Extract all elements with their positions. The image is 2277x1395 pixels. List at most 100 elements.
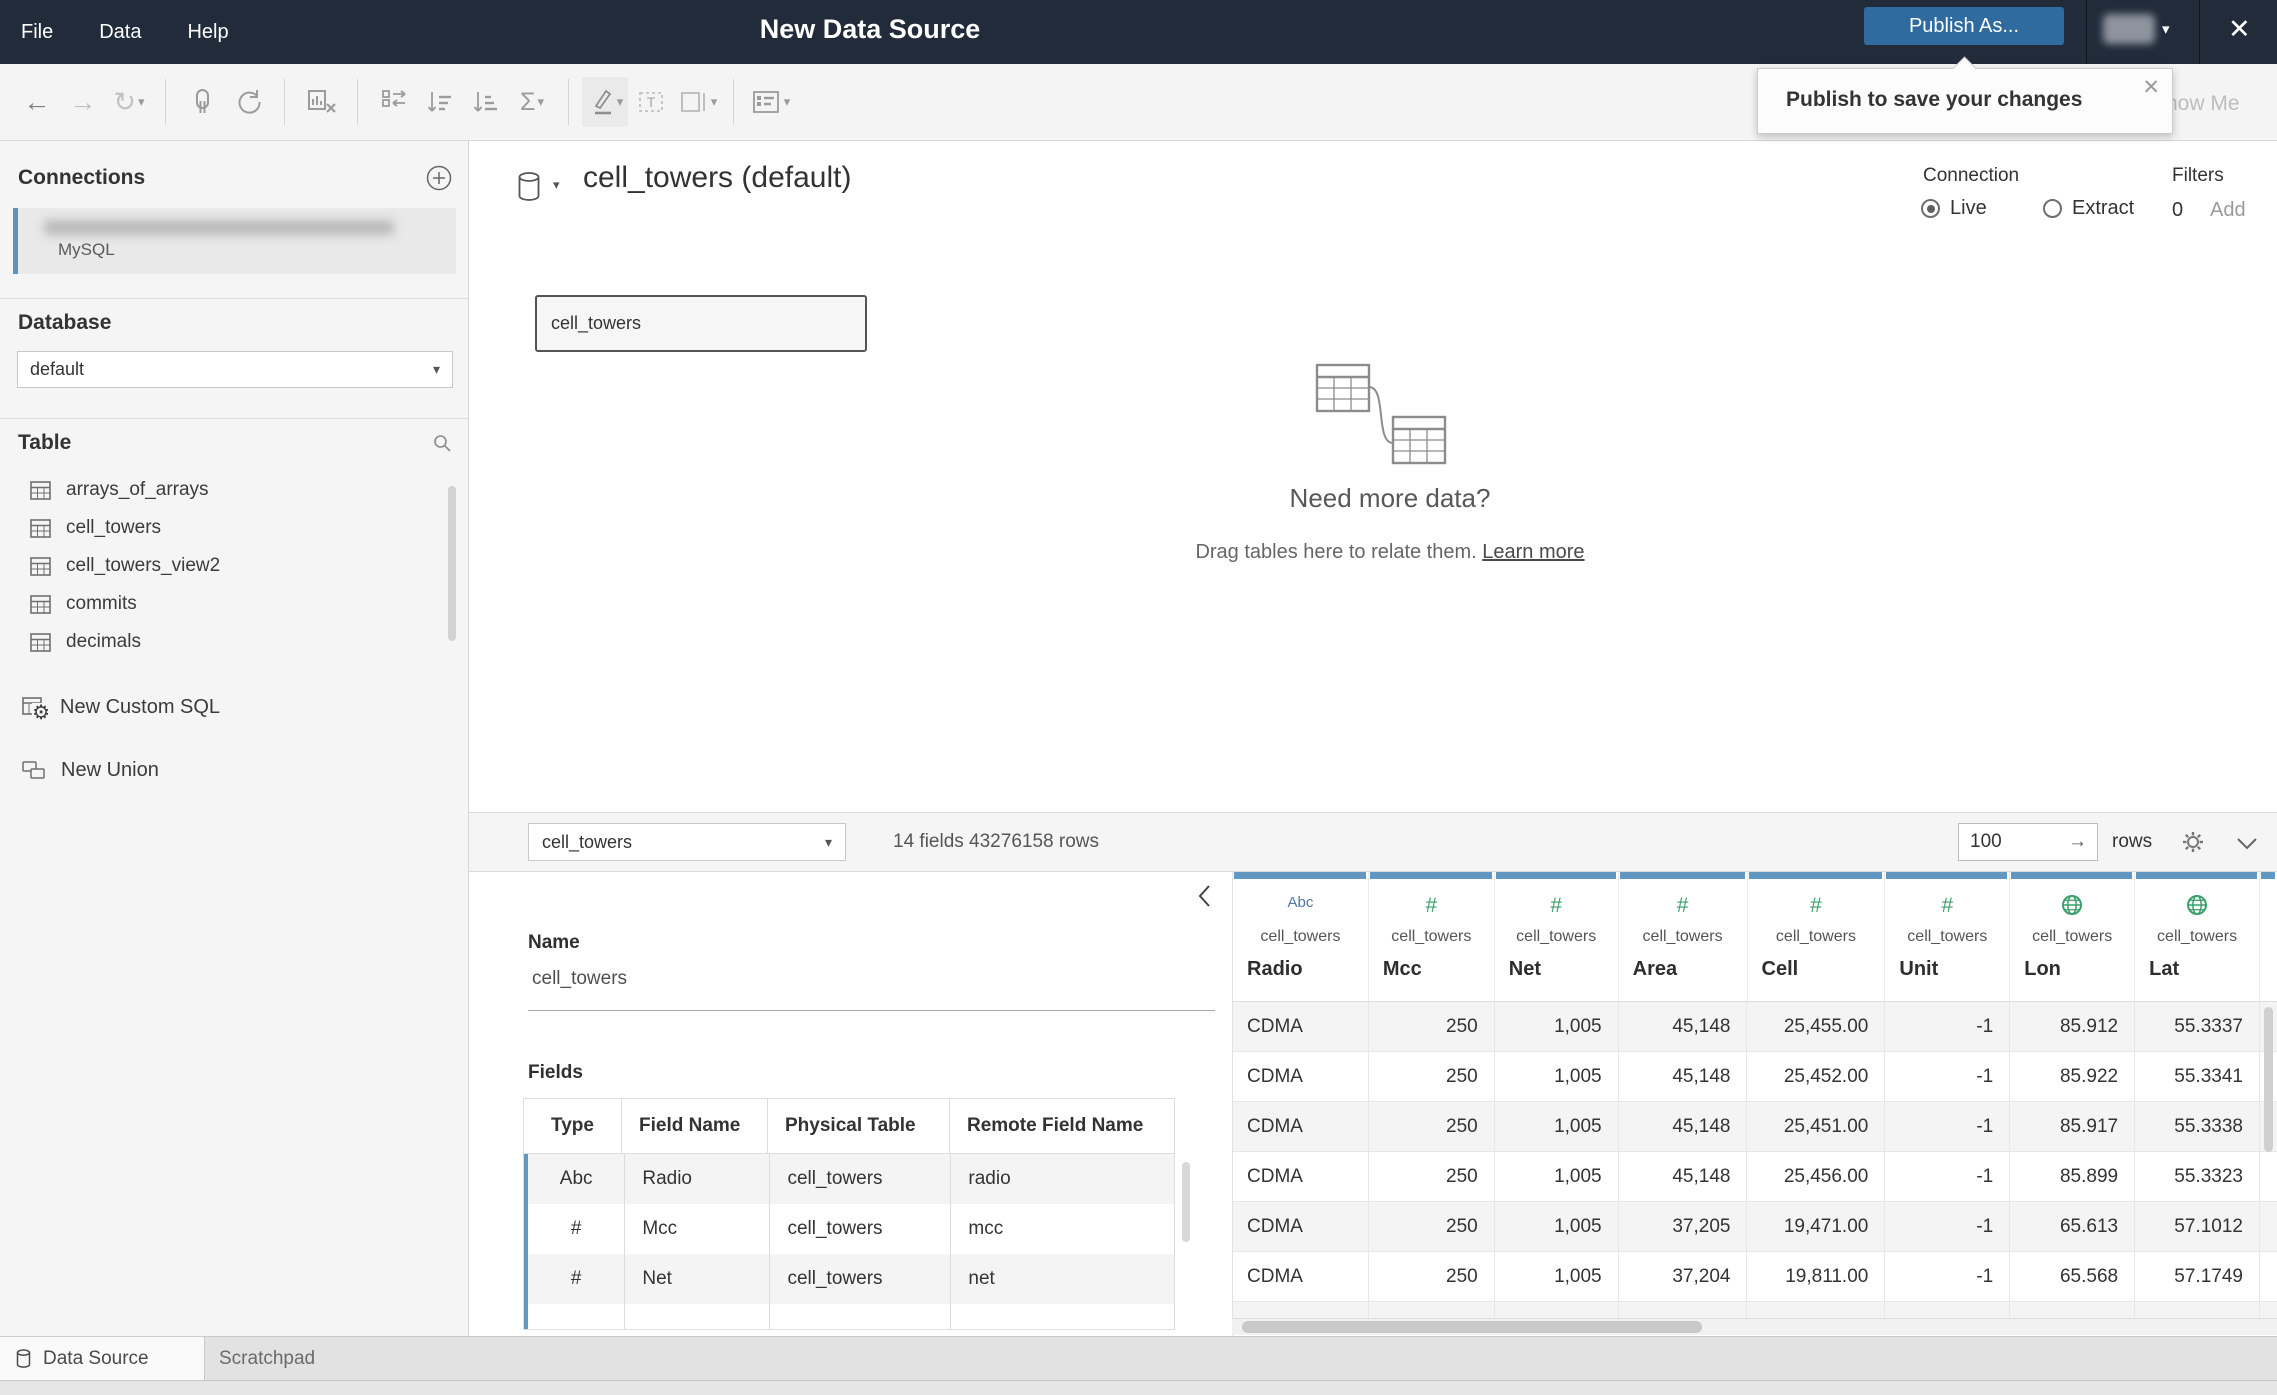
sort-ascending-button[interactable] [417, 77, 463, 127]
filters-add-link[interactable]: Add [2210, 199, 2246, 222]
live-radio[interactable] [1921, 199, 1940, 218]
new-custom-sql[interactable]: ⚙ New Custom SQL [0, 685, 220, 729]
avatar-caret-icon[interactable]: ▾ [2162, 20, 2170, 38]
text-label-button[interactable]: T [628, 77, 674, 127]
table-item-decimals[interactable]: decimals [0, 623, 455, 661]
row-limit-input[interactable]: 100 → [1958, 823, 2098, 861]
publish-tooltip: Publish to save your changes ✕ [1757, 56, 2173, 134]
undo-button[interactable]: ← [14, 77, 60, 127]
live-radio-group[interactable]: Live [1921, 197, 1987, 220]
grid-header-lon[interactable]: cell_towers Lon [2010, 872, 2136, 1001]
grid-header-unit[interactable]: # cell_towers Unit [1885, 872, 2011, 1001]
totals-button[interactable]: Σ ▾ [509, 77, 555, 127]
database-select[interactable]: default ▾ [17, 351, 453, 388]
metadata-panel: Name cell_towers Fields Type Field Name … [469, 872, 1232, 1336]
menu-file[interactable]: File [21, 21, 53, 44]
grid-header-lat[interactable]: cell_towers Lat [2135, 872, 2260, 1001]
preview-table-select[interactable]: cell_towers ▾ [528, 823, 846, 861]
sort-ascending-icon [427, 92, 451, 112]
fields-rows-summary: 14 fields 43276158 rows [893, 831, 1099, 852]
grid-row: CDMA 250 1,005 37,205 19,471.00 -1 65.613 57… [1233, 1202, 2277, 1252]
datasource-title: cell_towers (default) [583, 161, 852, 194]
extract-radio-label[interactable]: Extract [2072, 197, 2134, 220]
pause-updates-icon [196, 89, 209, 113]
grid-header-mcc[interactable]: # cell_towers Mcc [1369, 872, 1495, 1001]
tooltip-close-icon[interactable]: ✕ [2142, 75, 2160, 100]
name-label: Name [528, 932, 580, 953]
grid-header-name: Unit [1899, 958, 1939, 980]
grid-header-area[interactable]: # cell_towers Area [1619, 872, 1748, 1001]
show-me-icon [752, 91, 779, 113]
table-item-cell-towers[interactable]: cell_towers [0, 509, 455, 547]
collapse-panel-icon[interactable] [1196, 884, 1212, 908]
preview-settings-gear-icon[interactable] [2181, 830, 2205, 854]
table-header: Table [18, 431, 452, 455]
datasource-cylinder-icon[interactable] [517, 171, 543, 203]
fields-table-scrollbar[interactable] [1182, 1162, 1190, 1242]
grid-horizontal-scrollbar-thumb[interactable] [1242, 1321, 1702, 1333]
titlebar-separator [2086, 0, 2087, 64]
union-icon [22, 760, 45, 779]
fields-col-remote-field-name: Remote Field Name [967, 1115, 1144, 1136]
refresh-button[interactable] [225, 77, 271, 127]
table-item-cell-towers-view2[interactable]: cell_towers_view2 [0, 547, 455, 585]
datasource-caret-icon[interactable]: ▾ [553, 177, 560, 193]
grid-header-name: Lat [2149, 958, 2180, 980]
learn-more-link[interactable]: Learn more [1482, 541, 1584, 563]
connection-item[interactable]: MySQL [13, 208, 456, 274]
live-radio-label[interactable]: Live [1950, 197, 1987, 220]
show-me-toggle-button[interactable]: ▾ [747, 77, 793, 127]
grid-horizontal-scrollbar[interactable] [1232, 1318, 2277, 1335]
abc-type-icon: Abc [1287, 894, 1314, 911]
canvas-table-cell-towers[interactable]: cell_towers [535, 295, 867, 352]
new-union[interactable]: New Union [0, 748, 159, 792]
redo-button[interactable]: → [60, 77, 106, 127]
highlight-button[interactable]: ▾ [582, 77, 628, 127]
replay-button[interactable]: ↻ ▾ [106, 77, 152, 127]
grid-header-table: cell_towers [1391, 928, 1472, 945]
relationship-canvas: ▾ cell_towers (default) Connection Live … [469, 141, 2277, 812]
grid-header-cell[interactable]: # cell_towers Cell [1748, 872, 1886, 1001]
swap-rows-columns-button[interactable] [371, 77, 417, 127]
field-row-net[interactable]: # Net cell_towers net [524, 1254, 1174, 1304]
titlebar-separator [2199, 0, 2200, 64]
avatar[interactable] [2103, 14, 2155, 44]
fields-label: Fields [528, 1062, 583, 1083]
apply-arrow-icon[interactable]: → [2068, 831, 2087, 853]
clear-sheet-icon [308, 90, 336, 113]
search-icon[interactable] [432, 433, 452, 453]
extract-radio[interactable] [2043, 199, 2062, 218]
publish-as-button[interactable]: Publish As... [1864, 7, 2064, 45]
need-more-data-title: Need more data? [1289, 483, 1491, 513]
table-item-arrays-of-arrays[interactable]: arrays_of_arrays [0, 471, 455, 509]
field-row-radio[interactable]: Abc Radio cell_towers radio [524, 1154, 1174, 1204]
grid-header-radio[interactable]: Abc cell_towers Radio [1233, 872, 1369, 1001]
tab-data-source[interactable]: Data Source [0, 1337, 205, 1380]
table-item-commits[interactable]: commits [0, 585, 455, 623]
clear-sheet-button[interactable] [298, 77, 344, 127]
swap-icon [382, 90, 406, 107]
toolbar-separator [165, 79, 166, 125]
menu-help[interactable]: Help [187, 21, 228, 44]
sort-descending-button[interactable] [463, 77, 509, 127]
add-connection-icon[interactable] [426, 165, 452, 191]
preview-collapse-chevron-icon[interactable] [2236, 837, 2258, 850]
field-row-mcc[interactable]: # Mcc cell_towers mcc [524, 1204, 1174, 1254]
datasource-cylinder-icon [16, 1348, 31, 1368]
name-input[interactable]: cell_towers [532, 968, 627, 990]
grid-header-name: Net [1508, 958, 1541, 980]
grid-header-net[interactable]: # cell_towers Net [1495, 872, 1619, 1001]
grid-header-row: Abc cell_towers Radio # cell_towers Mcc … [1233, 872, 2277, 1002]
fit-selector-button[interactable]: ▾ [674, 77, 720, 127]
grid-header-table: cell_towers [1516, 928, 1597, 945]
field-row-partial[interactable] [524, 1304, 1174, 1329]
physical-table: cell_towers [770, 1254, 952, 1304]
extract-radio-group[interactable]: Extract [2043, 197, 2134, 220]
window-close-button[interactable]: ✕ [2228, 14, 2251, 45]
menu-data[interactable]: Data [99, 21, 141, 44]
grid-vertical-scrollbar[interactable] [2264, 1007, 2273, 1152]
pause-updates-button[interactable] [179, 77, 225, 127]
table-list-scrollbar[interactable] [448, 486, 456, 641]
tab-scratchpad[interactable]: Scratchpad [205, 1337, 315, 1380]
status-bar [0, 1380, 2277, 1395]
